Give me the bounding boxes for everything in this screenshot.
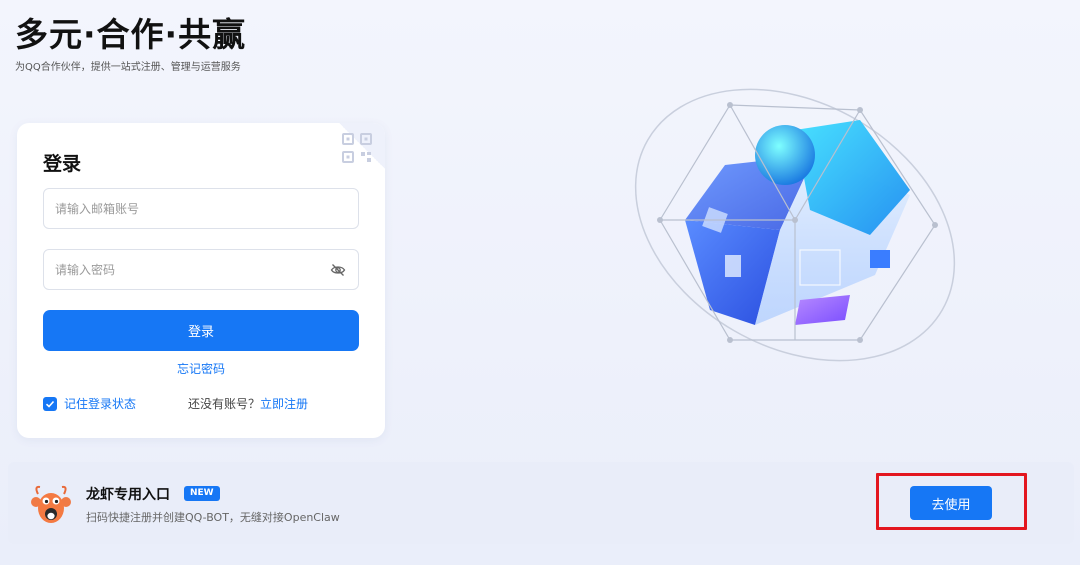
page-subtitle: 为QQ合作伙伴，提供一站式注册、管理与运营服务 <box>15 62 241 73</box>
login-card: 登录 登录 忘记密码 记住登录状态 还没有账号？立即注册 <box>17 123 385 438</box>
page: 多元·合作·共赢 为QQ合作伙伴，提供一站式注册、管理与运营服务 登录 登录 忘… <box>0 0 1080 565</box>
register-link[interactable]: 立即注册 <box>260 397 308 411</box>
email-input[interactable] <box>43 188 359 229</box>
lobster-entry-bar: 龙虾专用入口 NEW 扫码快捷注册并创建QQ-BOT，无缝对接OpenClaw … <box>8 462 1074 544</box>
qr-code-icon[interactable] <box>340 131 374 165</box>
login-title: 登录 <box>43 153 82 175</box>
cube-illustration <box>634 88 956 362</box>
go-use-button[interactable]: 去使用 <box>910 486 992 520</box>
forgot-password-link[interactable]: 忘记密码 <box>17 360 385 377</box>
no-account-text: 还没有账号？ <box>188 397 261 411</box>
register-prompt: 还没有账号？立即注册 <box>188 395 308 412</box>
page-title: 多元·合作·共赢 <box>15 15 247 54</box>
checkbox-checked-icon[interactable] <box>43 396 57 411</box>
lobster-mascot-icon <box>31 485 71 523</box>
eye-off-icon[interactable] <box>330 262 346 278</box>
login-button[interactable]: 登录 <box>43 310 359 351</box>
remember-login-checkbox[interactable]: 记住登录状态 <box>43 395 136 412</box>
entry-title: 龙虾专用入口 <box>86 487 170 503</box>
entry-description: 扫码快捷注册并创建QQ-BOT，无缝对接OpenClaw <box>86 511 340 524</box>
new-badge: NEW <box>184 486 220 501</box>
remember-label: 记住登录状态 <box>64 397 137 411</box>
password-input[interactable] <box>43 249 359 290</box>
